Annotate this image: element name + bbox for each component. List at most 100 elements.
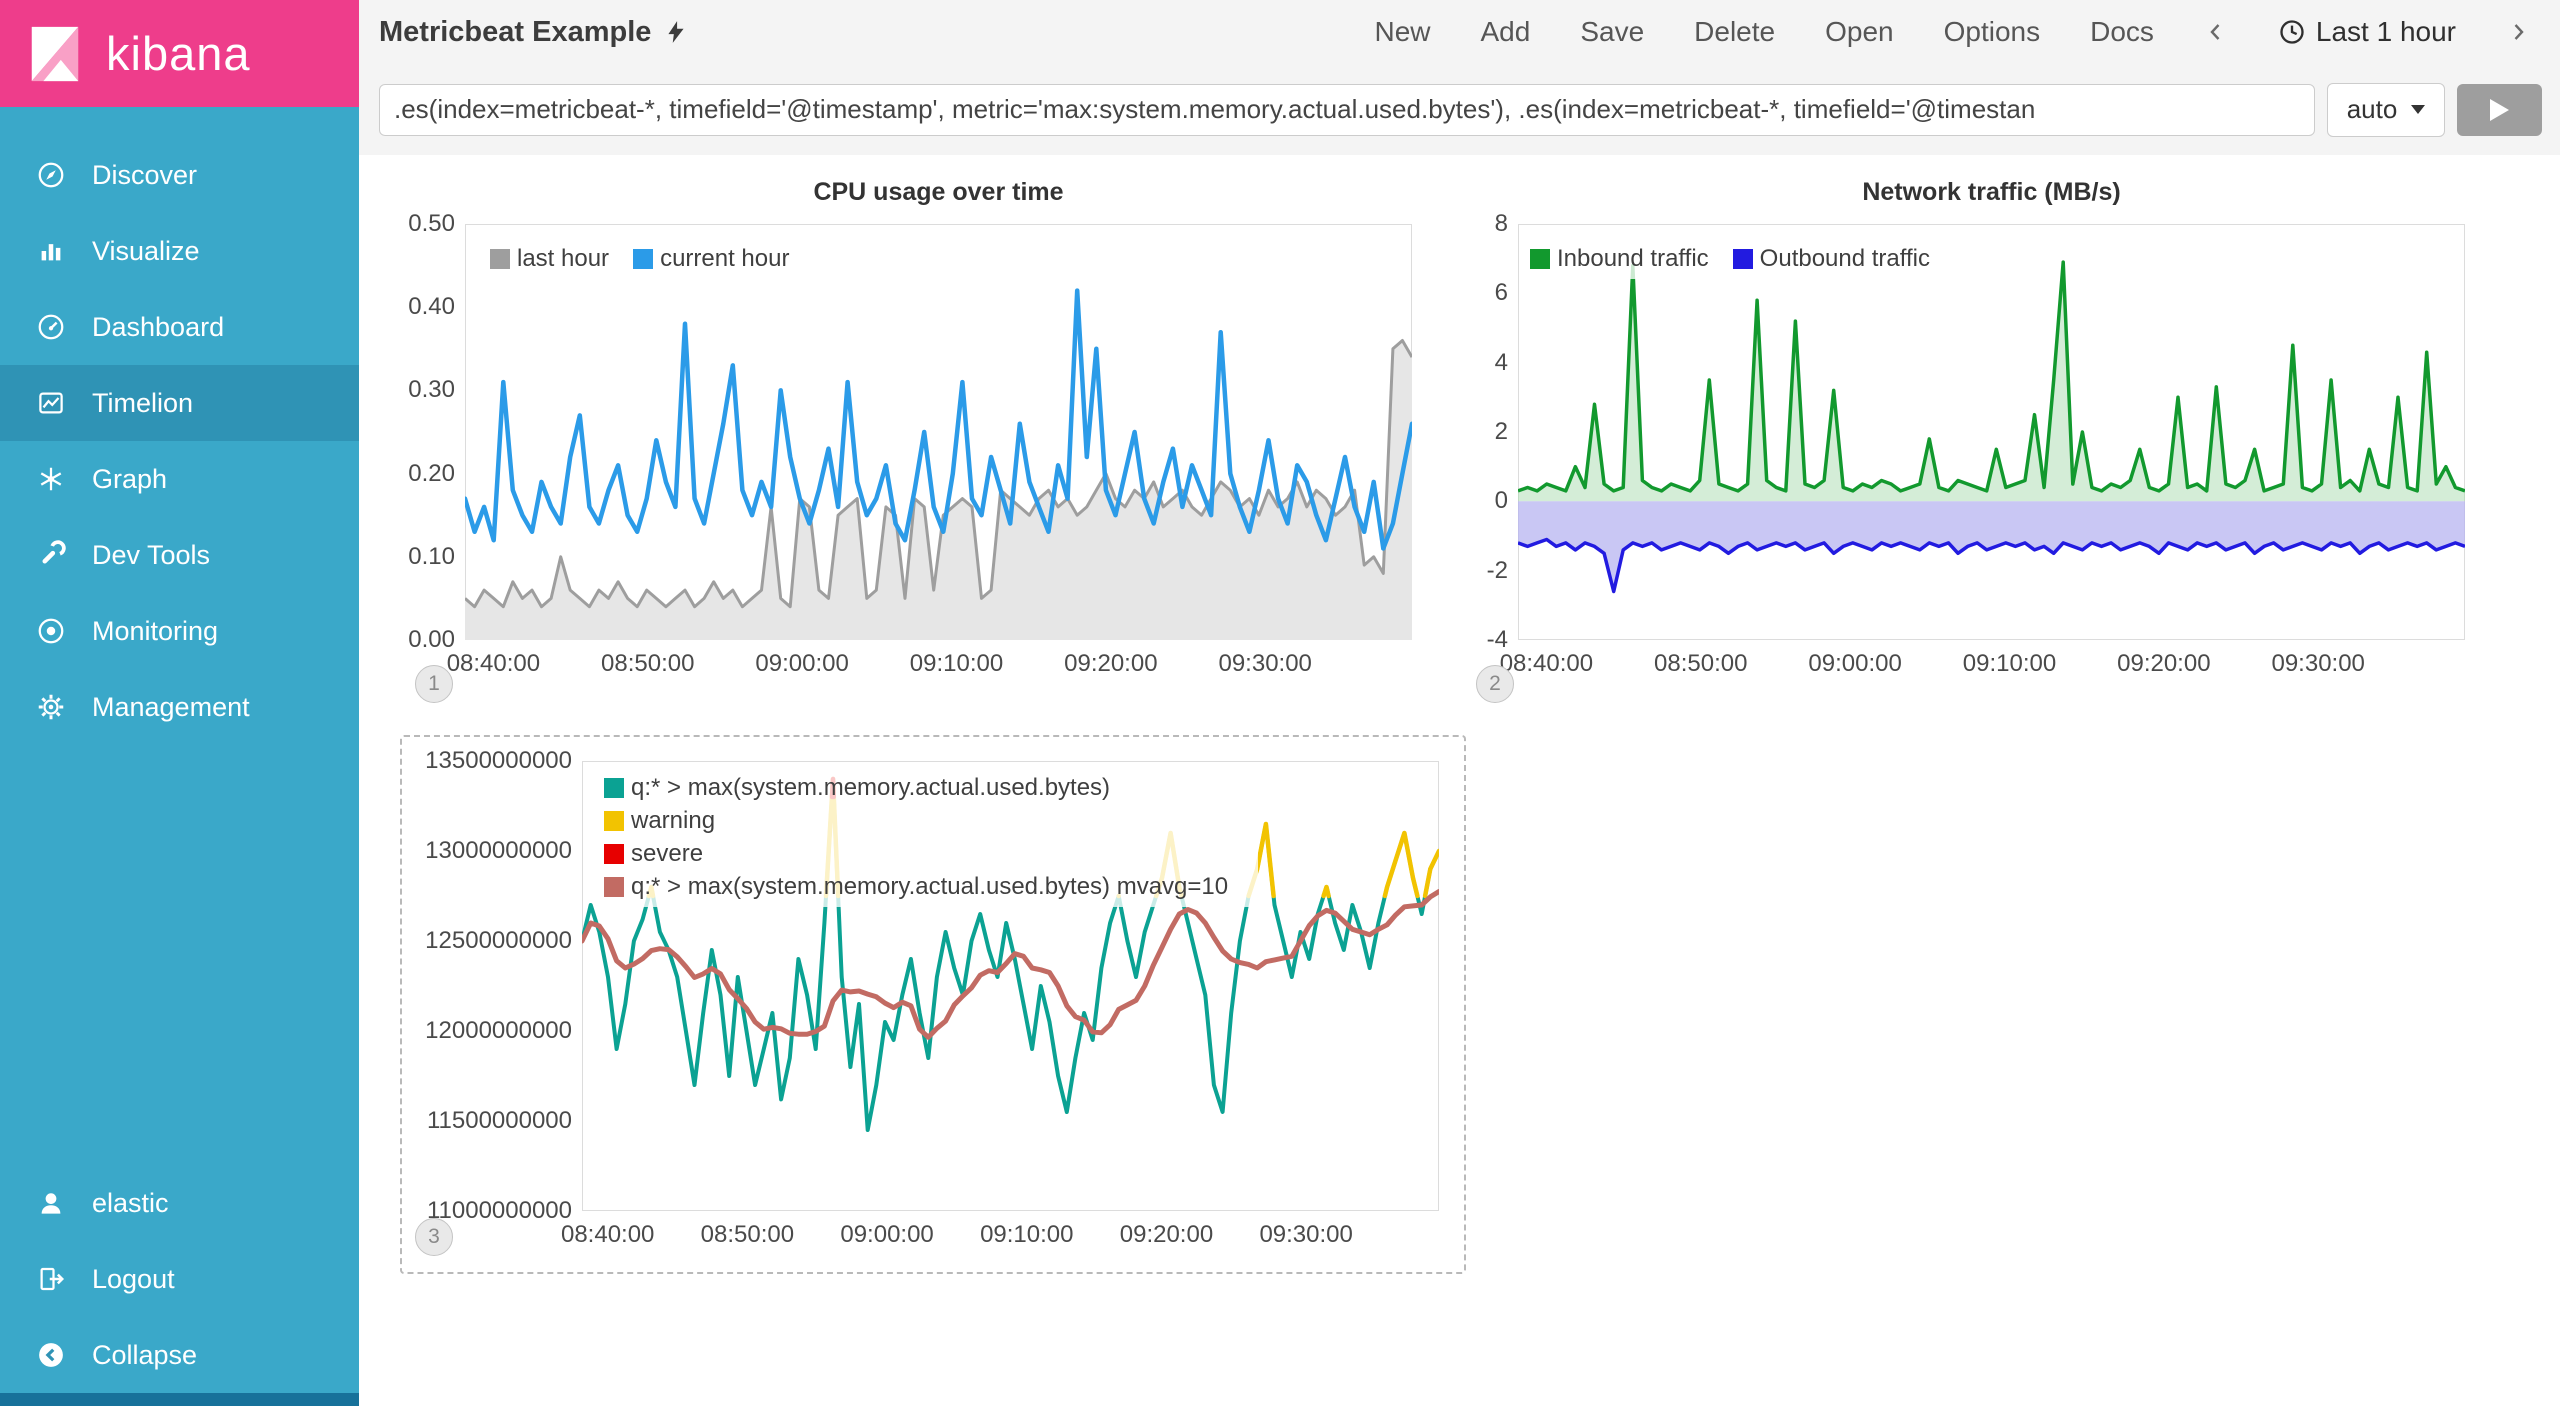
legend-label: current hour: [660, 244, 789, 273]
sidebar-item-label: Graph: [92, 464, 167, 495]
gear-icon: [36, 692, 66, 722]
clock-icon: [2278, 18, 2306, 46]
y-axis-tick-label: -2: [1476, 557, 1508, 585]
user-icon: [36, 1188, 66, 1218]
y-axis-tick-label: 0.20: [400, 460, 455, 488]
x-axis-tick-label: 08:50:00: [578, 650, 718, 678]
chart-legend: last hour current hour: [484, 242, 819, 279]
legend-label: Inbound traffic: [1557, 244, 1709, 273]
x-axis-tick-label: 09:10:00: [886, 650, 1026, 678]
kibana-logo-icon: [24, 23, 86, 85]
legend-swatch: [604, 811, 624, 831]
kibana-logo[interactable]: kibana: [0, 0, 359, 107]
legend-item: Inbound traffic: [1530, 244, 1709, 273]
time-picker[interactable]: Last 1 hour: [2278, 16, 2456, 48]
menu-item-docs[interactable]: Docs: [2090, 16, 2154, 48]
chart-title: Network traffic (MB/s): [1518, 178, 2465, 207]
graph-icon: [36, 464, 66, 494]
legend-swatch: [1733, 249, 1753, 269]
x-axis-tick-label: 09:00:00: [817, 1221, 957, 1249]
sidebar-item-label: Monitoring: [92, 616, 218, 647]
chart-cpu-usage[interactable]: CPU usage over time last hourcurrent hou…: [400, 170, 1462, 705]
timelion-chart-icon: [36, 388, 66, 418]
chart-number-badge: 2: [1476, 665, 1514, 703]
legend-swatch: [604, 844, 624, 864]
sidebar-item-collapse[interactable]: Collapse: [0, 1317, 359, 1393]
x-axis-tick-label: 09:00:00: [732, 650, 872, 678]
lightning-bolt-icon: [663, 19, 689, 45]
legend-label: q:* > max(system.memory.actual.used.byte…: [631, 872, 1228, 901]
y-axis-tick-label: 13500000000: [402, 747, 572, 775]
gauge-icon: [36, 312, 66, 342]
logout-icon: [36, 1264, 66, 1294]
run-query-button[interactable]: [2457, 84, 2542, 136]
legend-label: Outbound traffic: [1760, 244, 1930, 273]
y-axis-tick-label: 0.30: [400, 376, 455, 404]
legend-label: q:* > max(system.memory.actual.used.byte…: [631, 773, 1110, 802]
y-axis-tick-label: 2: [1476, 418, 1508, 446]
legend-swatch: [604, 877, 624, 897]
x-axis-tick-label: 09:30:00: [2248, 650, 2388, 678]
legend-label: warning: [631, 806, 715, 835]
topbar: Metricbeat Example New Add Save Delete O…: [359, 0, 2560, 64]
chart-memory-usage-selected[interactable]: q:* > max(system.memory.actual.used.byte…: [400, 735, 1466, 1274]
y-axis-tick-label: 0.50: [400, 210, 455, 238]
sidebar-item-dev-tools[interactable]: Dev Tools: [0, 517, 359, 593]
sidebar-item-label: Timelion: [92, 388, 193, 419]
x-axis-tick-label: 09:20:00: [1041, 650, 1181, 678]
time-range-label: Last 1 hour: [2316, 16, 2456, 48]
sidebar-item-graph[interactable]: Graph: [0, 441, 359, 517]
y-axis-tick-label: 0.10: [400, 543, 455, 571]
legend-swatch: [604, 778, 624, 798]
legend-item: q:* > max(system.memory.actual.used.byte…: [604, 773, 1110, 802]
sidebar-item-visualize[interactable]: Visualize: [0, 213, 359, 289]
sidebar-item-dashboard[interactable]: Dashboard: [0, 289, 359, 365]
chart-plot-area: [465, 224, 1412, 640]
bar-chart-icon: [36, 236, 66, 266]
time-forward-button[interactable]: [2506, 18, 2530, 46]
menu-item-add[interactable]: Add: [1481, 16, 1531, 48]
brand-name: kibana: [106, 26, 251, 81]
legend-item: Outbound traffic: [1733, 244, 1930, 273]
sidebar-item-discover[interactable]: Discover: [0, 137, 359, 213]
collapse-arrow-icon: [36, 1340, 66, 1370]
sidebar-item-label: Logout: [92, 1264, 175, 1295]
legend-swatch: [633, 249, 653, 269]
menu-item-save[interactable]: Save: [1580, 16, 1644, 48]
y-axis-tick-label: 4: [1476, 349, 1508, 377]
chart-legend: q:* > max(system.memory.actual.used.byte…: [598, 771, 1258, 907]
sidebar-item-elastic-user[interactable]: elastic: [0, 1165, 359, 1241]
sidebar: kibana Discover Visualize: [0, 0, 359, 1406]
interval-select[interactable]: auto: [2327, 83, 2445, 137]
menu-item-open[interactable]: Open: [1825, 16, 1894, 48]
header: Metricbeat Example New Add Save Delete O…: [359, 0, 2560, 155]
sidebar-item-management[interactable]: Management: [0, 669, 359, 745]
x-axis-tick-label: 09:30:00: [1236, 1221, 1376, 1249]
legend-item: q:* > max(system.memory.actual.used.byte…: [604, 872, 1228, 901]
y-axis-tick-label: 11500000000: [402, 1107, 572, 1135]
x-axis-tick-label: 09:30:00: [1195, 650, 1335, 678]
sidebar-item-label: Dashboard: [92, 312, 224, 343]
menu-item-delete[interactable]: Delete: [1694, 16, 1775, 48]
timelion-query-input[interactable]: [379, 84, 2315, 136]
sidebar-item-label: Discover: [92, 160, 197, 191]
sidebar-item-label: Dev Tools: [92, 540, 210, 571]
sidebar-footer: elastic Logout Collapse: [0, 1165, 359, 1393]
sidebar-item-logout[interactable]: Logout: [0, 1241, 359, 1317]
topbar-menu: New Add Save Delete Open Options Docs La…: [1374, 16, 2530, 48]
chart-network-traffic[interactable]: Network traffic (MB/s) Inbound traffic Ou…: [1476, 170, 2523, 705]
sidebar-item-timelion[interactable]: Timelion: [0, 365, 359, 441]
menu-item-options[interactable]: Options: [1944, 16, 2041, 48]
menu-item-new[interactable]: New: [1374, 16, 1430, 48]
legend-item: last hour: [490, 244, 609, 273]
sidebar-item-label: Collapse: [92, 1340, 197, 1371]
sidebar-item-label: elastic: [92, 1188, 169, 1219]
legend-item: current hour: [633, 244, 789, 273]
sidebar-item-label: Visualize: [92, 236, 200, 267]
sidebar-bottom-strip: [0, 1393, 359, 1406]
time-back-button[interactable]: [2204, 18, 2228, 46]
chart-number-badge: 3: [415, 1218, 453, 1256]
x-axis-tick-label: 09:10:00: [1939, 650, 2079, 678]
sidebar-item-monitoring[interactable]: Monitoring: [0, 593, 359, 669]
query-bar: auto: [359, 64, 2560, 155]
